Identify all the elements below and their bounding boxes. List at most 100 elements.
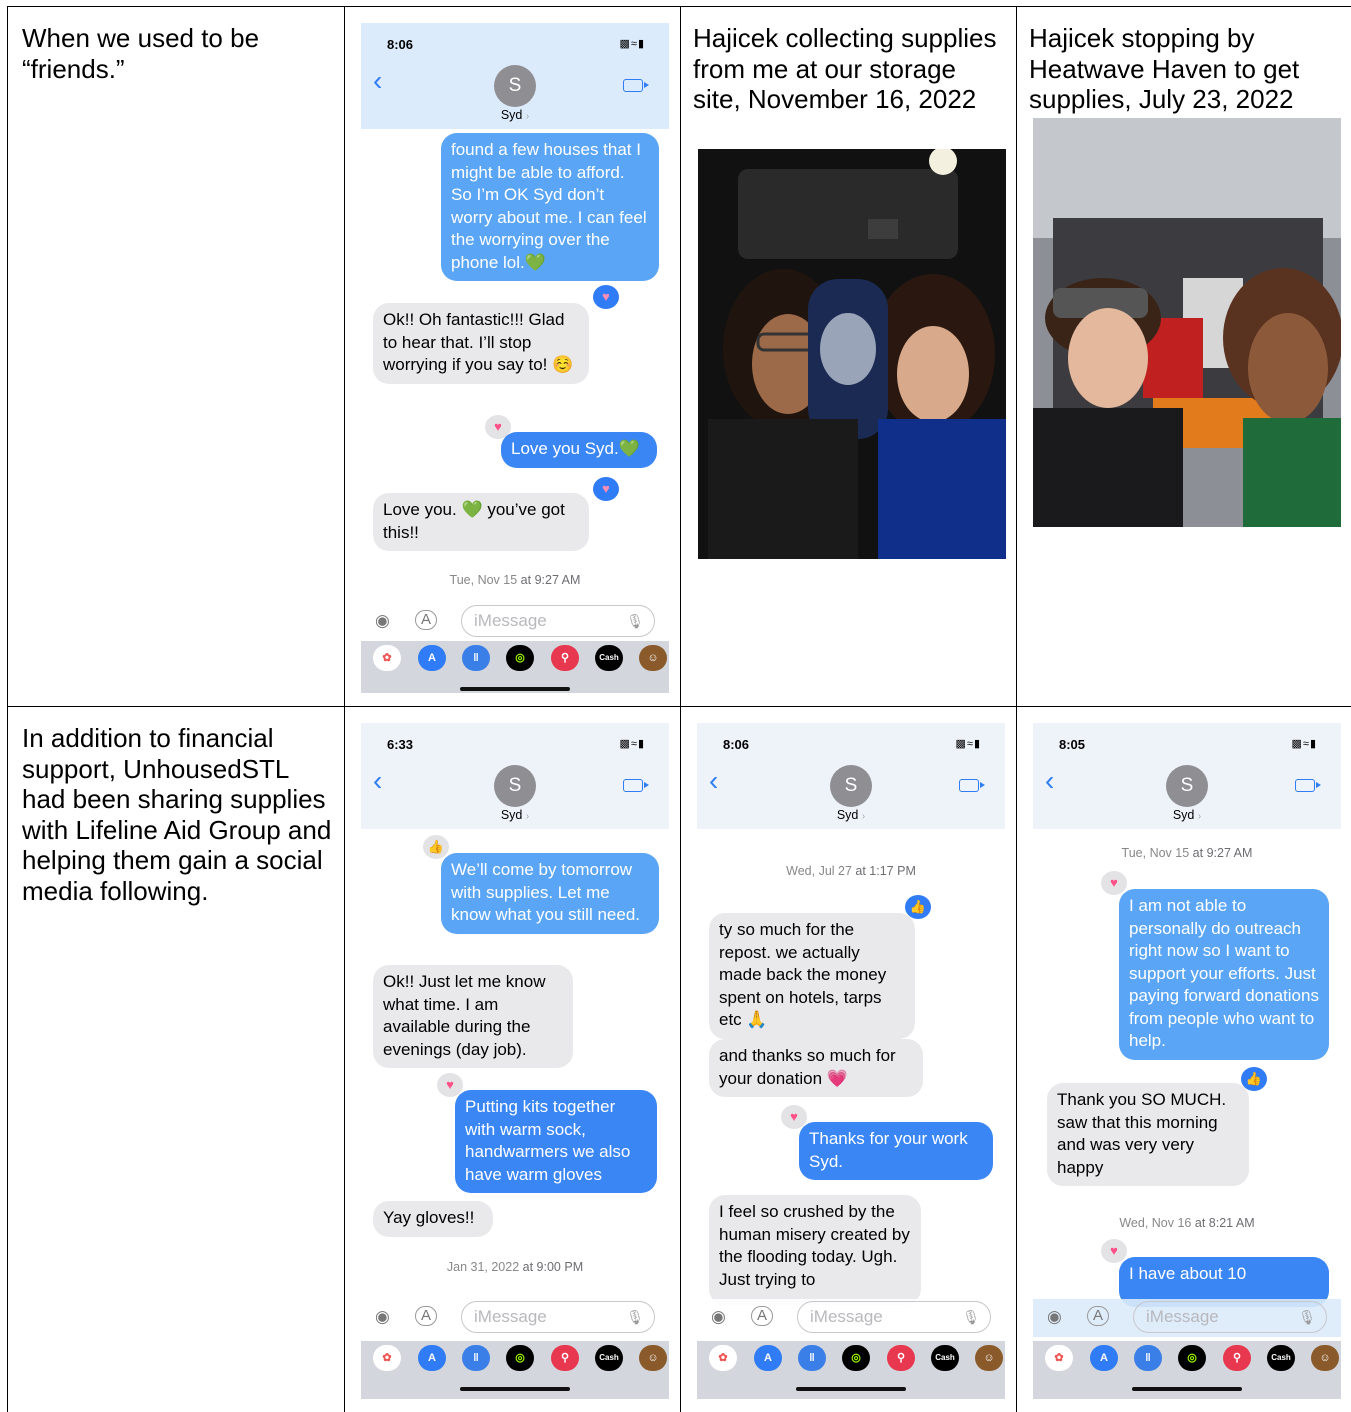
timestamp: Tue, Nov 15 at 9:27 AM bbox=[449, 573, 581, 587]
app-store-icon[interactable]: A bbox=[418, 645, 446, 671]
microphone-icon[interactable]: 🎙 bbox=[626, 606, 644, 636]
caption-storage: Hajicek collecting supplies from me at o… bbox=[693, 23, 997, 114]
caption-support: In addition to financial support, Unhous… bbox=[22, 723, 332, 906]
audio-icon[interactable]: ‖ bbox=[798, 1345, 826, 1371]
memoji-icon[interactable]: ☺ bbox=[975, 1345, 1003, 1371]
message-sent: Putting kits together with warm sock, ha… bbox=[455, 1090, 657, 1193]
timestamp: Jan 31, 2022 at 9:00 PM bbox=[446, 1260, 584, 1274]
cell-phone-2: 👍 We’ll come by tomorrow with supplies. … bbox=[344, 706, 681, 1412]
message-received: Ok!! Oh fantastic!!! Glad to hear that. … bbox=[373, 303, 589, 384]
facetime-video-icon[interactable] bbox=[1295, 779, 1321, 792]
photos-icon[interactable]: ✿ bbox=[1045, 1345, 1073, 1371]
screenshot-messages-1: found a few houses that I might be able … bbox=[361, 23, 669, 693]
contact-name[interactable]: Syd › bbox=[697, 808, 1005, 822]
app-tray: ✿ A ‖ ◎ ⚲ Cash ☺ bbox=[1033, 1341, 1341, 1399]
audio-icon[interactable]: ‖ bbox=[462, 645, 490, 671]
activity-icon[interactable]: ◎ bbox=[842, 1345, 870, 1371]
app-tray: ✿ A ‖ ◎ ⚲ Cash ☺ bbox=[361, 641, 669, 693]
memoji-icon[interactable]: ☺ bbox=[639, 1345, 667, 1371]
apps-icon[interactable]: A bbox=[751, 1306, 774, 1326]
contact-name[interactable]: Syd › bbox=[1033, 808, 1341, 822]
timestamp: Wed, Nov 16 at 8:21 AM bbox=[1119, 1216, 1255, 1230]
app-store-icon[interactable]: A bbox=[754, 1345, 782, 1371]
imessage-input[interactable]: iMessage 🎙 bbox=[461, 1301, 655, 1333]
avatar[interactable]: S bbox=[830, 765, 872, 807]
facetime-video-icon[interactable] bbox=[623, 79, 649, 92]
message-received: Ok!! Just let me know what time. I am av… bbox=[373, 965, 573, 1068]
memoji-icon[interactable]: ☺ bbox=[1311, 1345, 1339, 1371]
home-indicator bbox=[1132, 1387, 1242, 1391]
photos-icon[interactable]: ✿ bbox=[709, 1345, 737, 1371]
conversation-header: 6:33 ▩≈▮ ‹ S Syd › bbox=[361, 723, 669, 829]
photo-heatwave-selfie bbox=[1033, 118, 1341, 527]
camera-icon[interactable]: ◉ bbox=[1047, 1307, 1062, 1327]
back-chevron-icon[interactable]: ‹ bbox=[373, 65, 382, 97]
photos-icon[interactable]: ✿ bbox=[373, 1345, 401, 1371]
apple-cash-icon[interactable]: Cash bbox=[931, 1345, 959, 1371]
search-images-icon[interactable]: ⚲ bbox=[551, 1345, 579, 1371]
back-chevron-icon[interactable]: ‹ bbox=[373, 765, 382, 797]
facetime-video-icon[interactable] bbox=[959, 779, 985, 792]
conversation-header: 8:06 ▩≈▮ ‹ S Syd › bbox=[361, 23, 669, 129]
compose-bar: ◉ A iMessage 🎙 bbox=[697, 1299, 1005, 1337]
status-icons: ▩≈▮ bbox=[955, 738, 981, 750]
search-images-icon[interactable]: ⚲ bbox=[1223, 1345, 1251, 1371]
avatar[interactable]: S bbox=[494, 765, 536, 807]
back-chevron-icon[interactable]: ‹ bbox=[709, 765, 718, 797]
compose-bar: ◉ A iMessage 🎙 bbox=[1033, 1299, 1341, 1337]
camera-icon[interactable]: ◉ bbox=[711, 1307, 726, 1327]
audio-icon[interactable]: ‖ bbox=[1134, 1345, 1162, 1371]
apple-cash-icon[interactable]: Cash bbox=[595, 1345, 623, 1371]
avatar[interactable]: S bbox=[1166, 765, 1208, 807]
search-images-icon[interactable]: ⚲ bbox=[887, 1345, 915, 1371]
activity-icon[interactable]: ◎ bbox=[506, 645, 534, 671]
microphone-icon[interactable]: 🎙 bbox=[1298, 1302, 1316, 1332]
microphone-icon[interactable]: 🎙 bbox=[626, 1302, 644, 1332]
apple-cash-icon[interactable]: Cash bbox=[1267, 1345, 1295, 1371]
caption-friends: When we used to be “friends.” bbox=[22, 23, 260, 84]
activity-icon[interactable]: ◎ bbox=[1178, 1345, 1206, 1371]
screenshot-messages-2: 👍 We’ll come by tomorrow with supplies. … bbox=[361, 723, 669, 1399]
audio-icon[interactable]: ‖ bbox=[462, 1345, 490, 1371]
search-images-icon[interactable]: ⚲ bbox=[551, 645, 579, 671]
message-sent: found a few houses that I might be able … bbox=[441, 133, 659, 281]
compose-bar: ◉ A iMessage 🎙 bbox=[361, 603, 669, 641]
imessage-input[interactable]: iMessage 🎙 bbox=[1133, 1301, 1327, 1333]
heart-tapback-icon: ♥ bbox=[593, 285, 619, 309]
message-sent: Thanks for your work Syd. bbox=[799, 1122, 993, 1180]
imessage-input[interactable]: iMessage 🎙 bbox=[797, 1301, 991, 1333]
contact-name[interactable]: Syd › bbox=[361, 808, 669, 822]
avatar[interactable]: S bbox=[494, 65, 536, 107]
timestamp: Wed, Jul 27 at 1:17 PM bbox=[786, 864, 916, 878]
app-store-icon[interactable]: A bbox=[418, 1345, 446, 1371]
activity-icon[interactable]: ◎ bbox=[506, 1345, 534, 1371]
app-store-icon[interactable]: A bbox=[1090, 1345, 1118, 1371]
message-received: Love you. 💚 you’ve got this!! bbox=[373, 493, 589, 551]
message-received: Thank you SO MUCH. saw that this morning… bbox=[1047, 1083, 1249, 1186]
facetime-video-icon[interactable] bbox=[623, 779, 649, 792]
memoji-icon[interactable]: ☺ bbox=[639, 645, 667, 671]
heart-tapback-icon: ♥ bbox=[593, 477, 619, 501]
contact-name[interactable]: Syd › bbox=[361, 108, 669, 122]
thumbs-up-tapback-icon: 👍 bbox=[423, 835, 449, 859]
apps-icon[interactable]: A bbox=[415, 1306, 438, 1326]
photos-icon[interactable]: ✿ bbox=[373, 645, 401, 671]
apps-icon[interactable]: A bbox=[1087, 1306, 1110, 1326]
cell-support-caption: In addition to financial support, Unhous… bbox=[7, 706, 345, 1412]
photo-table: When we used to be “friends.” found a fe… bbox=[7, 6, 1351, 1412]
camera-icon[interactable]: ◉ bbox=[375, 611, 390, 631]
status-icons: ▩≈▮ bbox=[1291, 738, 1317, 750]
back-chevron-icon[interactable]: ‹ bbox=[1045, 765, 1054, 797]
status-time: 6:33 bbox=[387, 737, 414, 752]
app-tray: ✿ A ‖ ◎ ⚲ Cash ☺ bbox=[697, 1341, 1005, 1399]
camera-icon[interactable]: ◉ bbox=[375, 1307, 390, 1327]
message-received: and thanks so much for your donation 💗 bbox=[709, 1039, 923, 1097]
heart-tapback-icon: ♥ bbox=[1101, 1239, 1127, 1263]
apple-cash-icon[interactable]: Cash bbox=[595, 645, 623, 671]
apps-icon[interactable]: A bbox=[415, 610, 438, 630]
microphone-icon[interactable]: 🎙 bbox=[962, 1302, 980, 1332]
imessage-input[interactable]: iMessage 🎙 bbox=[461, 605, 655, 637]
cell-friends-caption: When we used to be “friends.” bbox=[7, 6, 345, 707]
screenshot-messages-4: Tue, Nov 15 at 9:27 AM ♥ I am not able t… bbox=[1033, 723, 1341, 1399]
cell-phone-3: Wed, Jul 27 at 1:17 PM 👍 ty so much for … bbox=[680, 706, 1017, 1412]
